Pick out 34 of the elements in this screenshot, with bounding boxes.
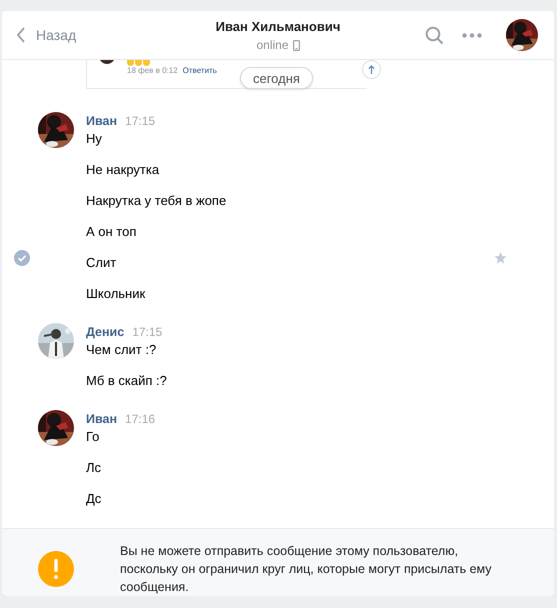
author-name[interactable]: Иван — [86, 410, 118, 428]
message-text: Слит — [86, 254, 116, 272]
chat-title: Иван Хильманович — [216, 18, 340, 35]
message-time: 17:15 — [132, 324, 162, 341]
scroll-up-button[interactable] — [362, 60, 381, 79]
reply-link[interactable]: Ответить — [182, 66, 217, 75]
notice-text: Вы не можете отправить сообщение этому пользователю, поскольку он ограничил круг лиц, которые могут присылать ему сообщения. — [120, 542, 493, 596]
message-text: Лс — [86, 459, 102, 477]
message-text: Не накрутка — [86, 161, 160, 179]
message-text: А он топ — [86, 223, 136, 241]
message-text: Дс — [86, 490, 102, 508]
author-name[interactable]: Денис — [86, 323, 124, 341]
phone-icon — [292, 40, 300, 50]
more-icon[interactable] — [462, 32, 482, 38]
message-time: 17:16 — [125, 411, 156, 428]
author-name[interactable]: Иван — [86, 112, 118, 130]
message-time: 17:15 — [125, 113, 156, 130]
message-text: Школьник — [86, 285, 146, 303]
message-text: Го — [86, 428, 100, 446]
message-text: Накрутка у тебя в жопе — [86, 192, 226, 210]
online-status: online — [256, 37, 289, 53]
message-text: Чем слит :? — [86, 341, 156, 359]
warning-icon — [38, 550, 74, 586]
message-text: Мб в скайп :? — [86, 372, 167, 390]
message-text: Ну — [86, 130, 102, 148]
message-date: 18 фев в 0:12 — [127, 66, 178, 75]
chevron-left-icon — [16, 26, 26, 44]
check-icon[interactable] — [14, 250, 30, 266]
emoji-icon — [127, 60, 150, 66]
back-button[interactable]: Назад — [16, 26, 76, 44]
search-icon[interactable] — [425, 26, 444, 44]
star-icon[interactable] — [494, 252, 507, 264]
date-pill[interactable]: сегодня — [240, 67, 313, 89]
arrow-up-icon — [368, 65, 375, 74]
